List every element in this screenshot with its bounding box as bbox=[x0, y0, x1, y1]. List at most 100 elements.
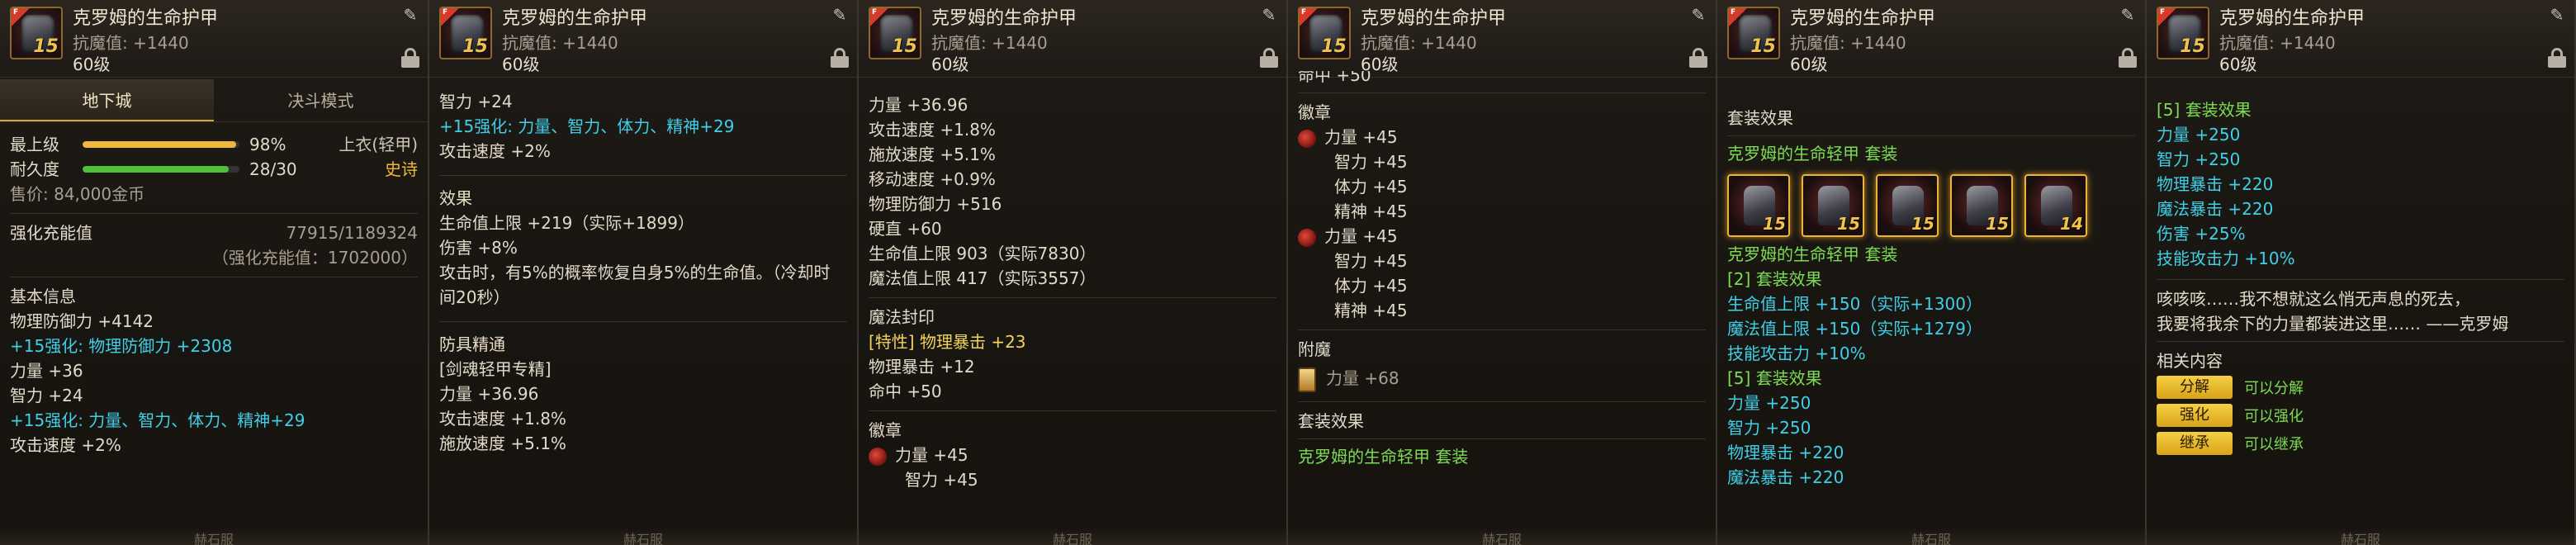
item-header: F 15 克罗姆的生命护甲 抗魔值: +1440 60级 ✎ bbox=[429, 0, 857, 78]
action-desc: 可以强化 bbox=[2244, 408, 2304, 425]
set-item-icon[interactable]: 15 bbox=[1802, 174, 1864, 237]
item-name: 克罗姆的生命护甲 bbox=[2219, 8, 2365, 29]
item-header: F 15 克罗姆的生命护甲 抗魔值: +1440 60级 ✎ bbox=[859, 0, 1286, 78]
enchant-line: 力量 +68 bbox=[1326, 368, 1399, 388]
rarity: 史诗 bbox=[385, 159, 418, 179]
stat-line: +15强化: 力量、智力、体力、精神+29 bbox=[439, 116, 735, 136]
item-resist: 抗魔值: +1440 bbox=[1361, 33, 1477, 53]
emblem-line: 智力 +45 bbox=[1334, 152, 1408, 172]
edit-icon[interactable]: ✎ bbox=[2546, 5, 2568, 25]
lock-icon[interactable] bbox=[1689, 48, 1707, 68]
emblem-line: 智力 +45 bbox=[1334, 251, 1408, 271]
enchant-title: 附魔 bbox=[1298, 339, 1331, 359]
set-name: 克罗姆的生命轻甲 套装 bbox=[1298, 447, 1469, 467]
effect-line: 攻击时，有5%的概率恢复自身5%的生命值。（冷却时 bbox=[439, 263, 831, 282]
reinforce-sub: （强化充能值：1702000） bbox=[211, 248, 418, 268]
tooltip-panel-4: F 15 克罗姆的生命护甲 抗魔值: +1440 60级 ✎ 命中 +50 徽章 … bbox=[1288, 0, 1717, 545]
effect-line: 生命值上限 +219（实际+1899） bbox=[439, 213, 694, 233]
lock-icon[interactable] bbox=[401, 48, 419, 68]
max-level-bar bbox=[83, 141, 239, 148]
seal-line: 命中 +50 bbox=[869, 382, 942, 401]
cut-line: 命中 +50 bbox=[1298, 71, 1371, 85]
price: 售价: 84,000金币 bbox=[10, 184, 145, 204]
edit-icon[interactable]: ✎ bbox=[400, 5, 421, 25]
mastery-line: [剑魂轻甲专精] bbox=[439, 359, 552, 379]
emblem-line: 力量 +45 bbox=[895, 445, 968, 465]
mastery-line: 施放速度 +5.1% bbox=[439, 434, 566, 453]
stat-line: 施放速度 +5.1% bbox=[869, 145, 996, 164]
emblem-line: 体力 +45 bbox=[1334, 177, 1408, 197]
stat-line: 力量 +36.96 bbox=[869, 95, 968, 115]
set-name: 克罗姆的生命轻甲 套装 bbox=[1727, 144, 1898, 164]
disassemble-button[interactable]: 分解 bbox=[2157, 376, 2233, 399]
edit-icon[interactable]: ✎ bbox=[1258, 5, 1280, 25]
emblem-line: 力量 +45 bbox=[1324, 127, 1398, 147]
set-item-icon[interactable]: 14 bbox=[2024, 174, 2087, 237]
effect-line: 间20秒） bbox=[439, 287, 510, 307]
mode-tabs: 地下城 决斗模式 bbox=[0, 79, 428, 122]
lock-icon[interactable] bbox=[831, 48, 849, 68]
item-resist: 抗魔值: +1440 bbox=[502, 33, 618, 53]
stat-line: +15强化: 物理防御力 +2308 bbox=[10, 336, 233, 356]
item-resist: 抗魔值: +1440 bbox=[931, 33, 1048, 53]
item-icon: F 15 bbox=[10, 7, 63, 59]
tab-dungeon[interactable]: 地下城 bbox=[0, 79, 214, 121]
edit-icon[interactable]: ✎ bbox=[2117, 5, 2138, 25]
reinforce-row: 强化充能值 77915/1189324 bbox=[10, 223, 418, 243]
item-resist: 抗魔值: +1440 bbox=[1790, 33, 1906, 53]
item-header: F 15 克罗姆的生命护甲 抗魔值: +1440 60级 ✎ bbox=[2147, 0, 2574, 78]
lock-icon[interactable] bbox=[1260, 48, 1278, 68]
seal-line: 物理暴击 +12 bbox=[869, 357, 975, 377]
watermark: 赫石服 bbox=[2340, 532, 2380, 545]
effect-title: 效果 bbox=[439, 188, 472, 208]
item-header: F 15 克罗姆的生命护甲 抗魔值: +1440 60级 ✎ bbox=[1288, 0, 1716, 78]
set-icons: 15 15 15 15 14 bbox=[1727, 174, 2135, 237]
set-line: 技能攻击力 +10% bbox=[1727, 344, 1866, 363]
lock-icon[interactable] bbox=[2548, 48, 2566, 68]
set-item-icon[interactable]: 15 bbox=[1950, 174, 2013, 237]
slot-type: 上衣(轻甲) bbox=[339, 135, 418, 154]
set-item-icon[interactable]: 15 bbox=[1727, 174, 1790, 237]
set-line: 力量 +250 bbox=[2157, 125, 2241, 145]
item-resist: 抗魔值: +1440 bbox=[2219, 33, 2336, 53]
stat-line: 移动速度 +0.9% bbox=[869, 169, 996, 189]
watermark: 赫石服 bbox=[1052, 532, 1092, 545]
set-name: 克罗姆的生命轻甲 套装 bbox=[1727, 244, 1898, 264]
inherit-button[interactable]: 继承 bbox=[2157, 432, 2233, 455]
item-header: F 15 克罗姆的生命护甲 抗魔值: +1440 60级 ✎ bbox=[1717, 0, 2145, 78]
stat-line: 智力 +24 bbox=[439, 92, 513, 111]
tooltip-panel-3: F 15 克罗姆的生命护甲 抗魔值: +1440 60级 ✎ 力量 +36.96 … bbox=[859, 0, 1288, 545]
durability-row: 耐久度 28/30 史诗 bbox=[10, 157, 418, 182]
set-line: 力量 +250 bbox=[1727, 393, 1811, 413]
set-item-icon[interactable]: 15 bbox=[1876, 174, 1939, 237]
stat-line: 魔法值上限 417（实际3557） bbox=[869, 268, 1096, 288]
action-row: 继承 可以继承 bbox=[2157, 429, 2564, 457]
set-line: 物理暴击 +220 bbox=[1727, 443, 1844, 462]
seal-trait: [特性] 物理暴击 +23 bbox=[869, 332, 1026, 352]
emblem-line: 精神 +45 bbox=[1334, 201, 1408, 221]
set-line: 智力 +250 bbox=[2157, 149, 2241, 169]
stat-line: 硬直 +60 bbox=[869, 219, 942, 239]
emblem-line: 力量 +45 bbox=[1324, 226, 1398, 246]
item-level: 60级 bbox=[73, 54, 111, 74]
related-title: 相关内容 bbox=[2157, 351, 2223, 371]
tab-pvp[interactable]: 决斗模式 bbox=[214, 79, 428, 121]
set-five-title: [5] 套装效果 bbox=[1727, 368, 1822, 388]
stat-line: 物理防御力 +516 bbox=[869, 194, 1002, 214]
set-line: 魔法暴击 +220 bbox=[2157, 199, 2274, 219]
item-icon: F 15 bbox=[1298, 7, 1351, 59]
emblem-title: 徽章 bbox=[869, 420, 902, 440]
item-name: 克罗姆的生命护甲 bbox=[1361, 8, 1507, 29]
tooltip-panel-5: F 15 克罗姆的生命护甲 抗魔值: +1440 60级 ✎ 套装效果 克罗姆的生… bbox=[1717, 0, 2147, 545]
edit-icon[interactable]: ✎ bbox=[1688, 5, 1709, 25]
seal-title: 魔法封印 bbox=[869, 307, 935, 327]
set-five-title: [5] 套装效果 bbox=[2157, 100, 2252, 120]
reinforce-button[interactable]: 强化 bbox=[2157, 404, 2233, 427]
emblem-title: 徽章 bbox=[1298, 102, 1331, 122]
flavor-text: 我要将我余下的力量都装进这里…… ——克罗姆 bbox=[2157, 314, 2509, 334]
stat-line: 攻击速度 +2% bbox=[439, 141, 551, 161]
edit-icon[interactable]: ✎ bbox=[829, 5, 850, 25]
lock-icon[interactable] bbox=[2119, 48, 2137, 68]
action-row: 强化 可以强化 bbox=[2157, 401, 2564, 429]
item-level: 60级 bbox=[2219, 54, 2257, 74]
